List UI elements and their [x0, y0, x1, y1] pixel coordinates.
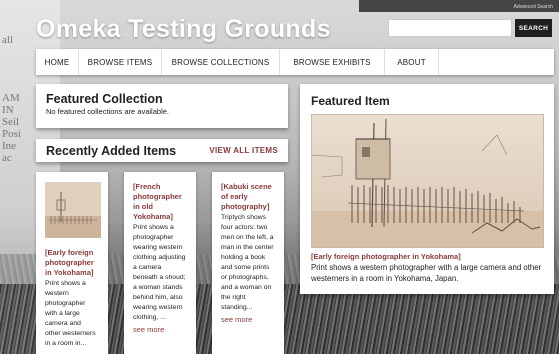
featured-collection-panel: Featured Collection No featured collecti…: [36, 84, 288, 128]
item-title-link[interactable]: [Early foreign photographer in Yokohama]: [45, 248, 98, 278]
nav-browse-exhibits[interactable]: BROWSE EXHIBITS: [280, 49, 385, 75]
nav-browse-items[interactable]: BROWSE ITEMS: [79, 49, 162, 75]
item-description: Triptych shows four actors: two men on t…: [221, 214, 274, 311]
item-title-link[interactable]: [French photographer in old Yokohama]: [133, 182, 186, 222]
featured-collection-heading: Featured Collection: [46, 92, 163, 106]
item-title-link[interactable]: [Kabuki scene of early photography]: [221, 182, 274, 212]
nav-browse-collections[interactable]: BROWSE COLLECTIONS: [162, 49, 280, 75]
view-all-items-link[interactable]: VIEW ALL ITEMS: [209, 146, 278, 155]
featured-item-heading: Featured Item: [311, 94, 390, 108]
item-description: Print shows a western photographer with …: [45, 280, 96, 347]
recent-item-card: [French photographer in old Yokohama] Pr…: [124, 172, 196, 354]
featured-item-panel: Featured Item [Early foreign photographe…: [300, 84, 554, 294]
nav-home[interactable]: HOME: [36, 49, 79, 75]
featured-item-title-link[interactable]: [Early foreign photographer in Yokohama]: [311, 252, 543, 261]
recently-added-heading: Recently Added Items: [46, 143, 177, 158]
recent-item-card: [Early foreign photographer in Yokohama]…: [36, 172, 108, 354]
see-more-link[interactable]: see more: [221, 315, 274, 324]
search-button[interactable]: SEARCH: [515, 19, 552, 37]
featured-item-image[interactable]: [311, 114, 544, 248]
see-more-link[interactable]: see more: [133, 325, 186, 334]
item-thumbnail[interactable]: [45, 182, 101, 238]
featured-item-description: Print shows a western photographer with …: [311, 263, 542, 283]
main-nav: HOME BROWSE ITEMS BROWSE COLLECTIONS BRO…: [36, 49, 554, 75]
featured-collection-message: No featured collections are available.: [46, 107, 169, 116]
advanced-search-link[interactable]: Advanced Search: [514, 4, 553, 10]
site-title[interactable]: Omeka Testing Grounds: [36, 15, 331, 44]
item-description: Print shows a photographer wearing weste…: [133, 224, 186, 321]
recent-item-card: [Kabuki scene of early photography] Trip…: [212, 172, 284, 354]
recently-added-header: Recently Added Items VIEW ALL ITEMS: [36, 139, 288, 162]
search-input[interactable]: [388, 19, 512, 37]
nav-about[interactable]: ABOUT: [385, 49, 439, 75]
